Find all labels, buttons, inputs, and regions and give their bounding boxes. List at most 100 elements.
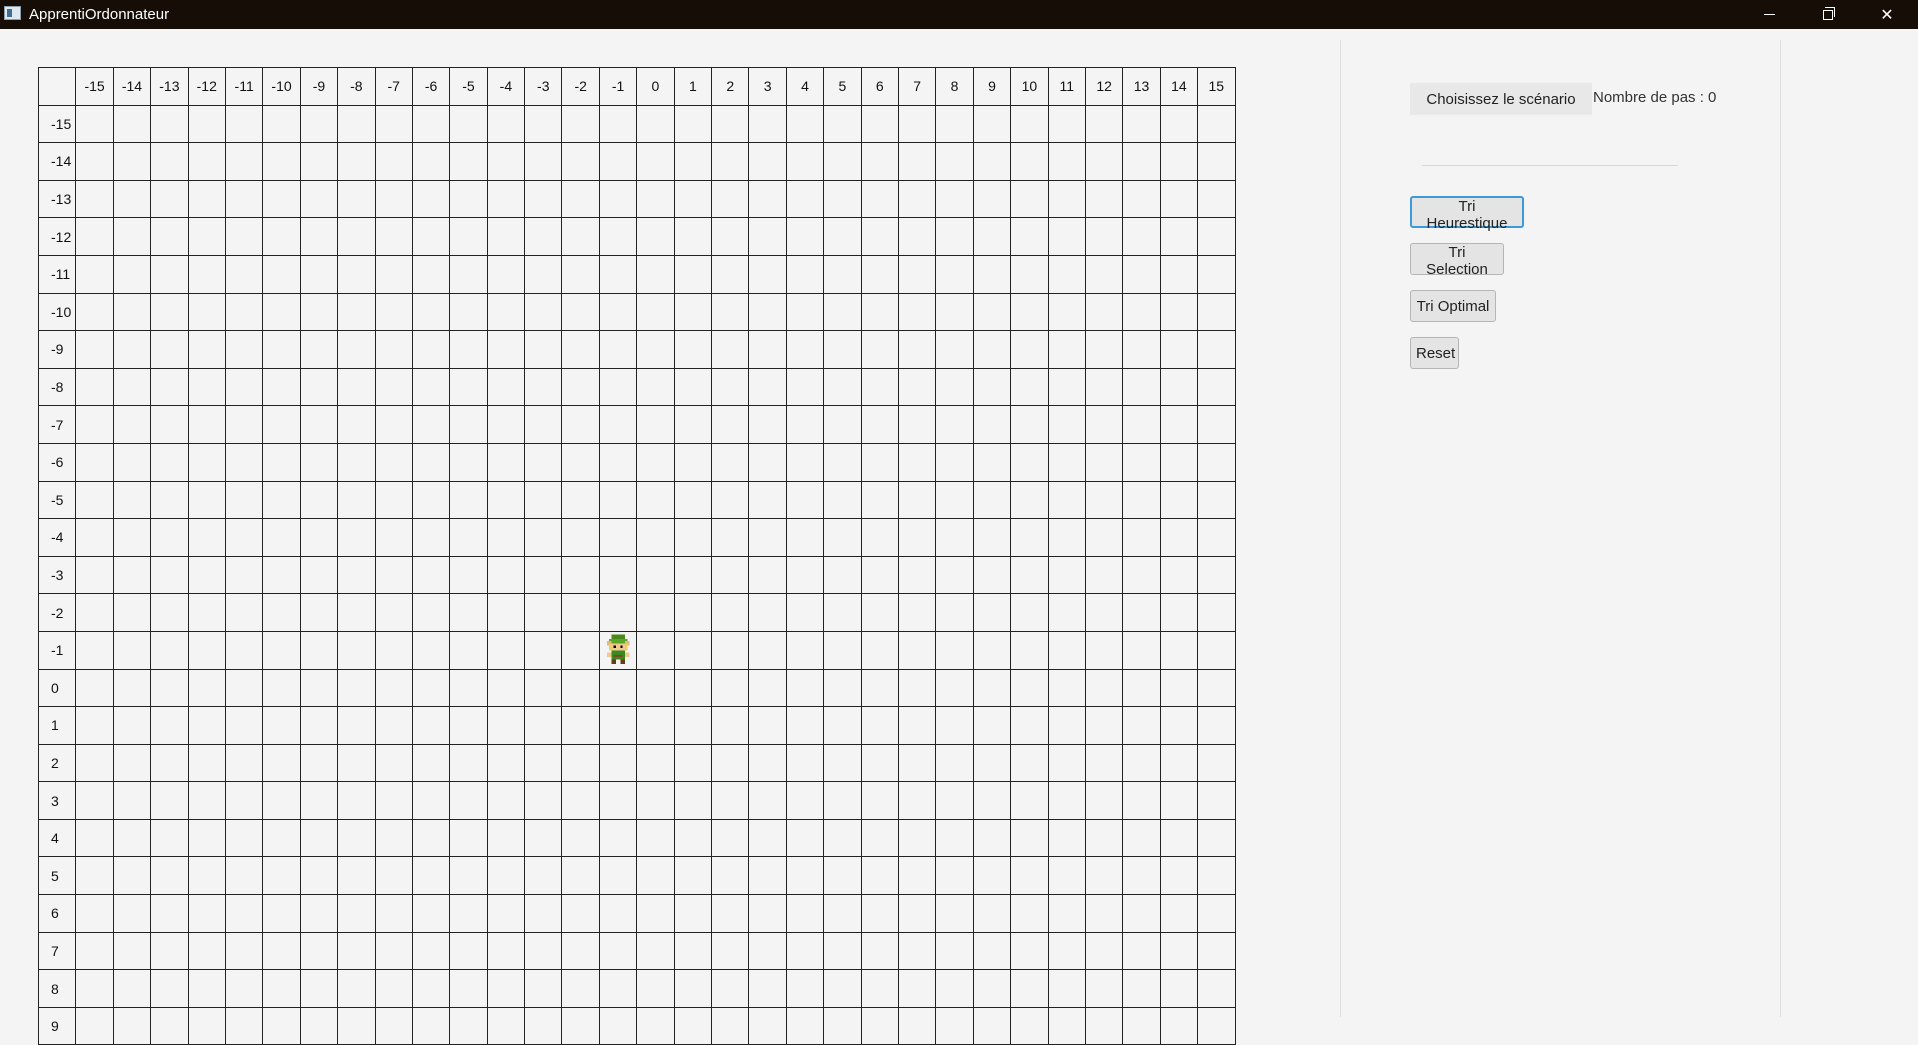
restore-button[interactable]: [1805, 0, 1851, 29]
grid-cell[interactable]: [973, 669, 1012, 708]
grid-cell[interactable]: [188, 218, 226, 256]
grid-cell[interactable]: [338, 970, 376, 1008]
grid-cell[interactable]: [300, 782, 339, 820]
grid-cell[interactable]: [562, 857, 600, 896]
grid-cell[interactable]: [1198, 105, 1236, 144]
grid-cell[interactable]: [487, 255, 526, 294]
grid-cell[interactable]: [1160, 707, 1199, 745]
grid-cell[interactable]: [263, 481, 301, 520]
grid-cell[interactable]: [375, 519, 413, 557]
grid-cell[interactable]: [487, 857, 526, 896]
grid-cell[interactable]: [450, 744, 488, 783]
grid-cell[interactable]: [1011, 180, 1049, 219]
grid-cell[interactable]: [674, 481, 713, 520]
grid-cell[interactable]: [749, 481, 787, 520]
grid-cell[interactable]: [973, 368, 1012, 407]
grid-cell[interactable]: [562, 255, 600, 294]
grid-cell[interactable]: [861, 331, 899, 369]
grid-cell[interactable]: [487, 218, 526, 256]
grid-cell[interactable]: [861, 556, 899, 595]
grid-cell[interactable]: [749, 819, 787, 858]
grid-cell[interactable]: [300, 519, 339, 557]
grid-cell[interactable]: [637, 143, 675, 181]
grid-cell[interactable]: [749, 744, 787, 783]
grid-cell[interactable]: [674, 744, 713, 783]
grid-cell[interactable]: [599, 556, 638, 595]
grid-cell[interactable]: [1198, 556, 1236, 595]
grid-cell[interactable]: [225, 406, 264, 444]
grid-cell[interactable]: [674, 180, 713, 219]
grid-cell[interactable]: [1011, 293, 1049, 332]
grid-cell[interactable]: [898, 744, 937, 783]
grid-cell[interactable]: [1198, 180, 1236, 219]
grid-cell[interactable]: [637, 970, 675, 1008]
grid-cell[interactable]: [861, 443, 899, 482]
grid-cell[interactable]: [151, 519, 189, 557]
grid-cell[interactable]: [861, 293, 899, 332]
grid-cell[interactable]: [412, 368, 451, 407]
grid-cell[interactable]: [1085, 631, 1124, 670]
grid-cell[interactable]: [786, 1007, 825, 1045]
grid-cell[interactable]: [674, 519, 713, 557]
grid-cell[interactable]: [225, 255, 264, 294]
grid-cell[interactable]: [936, 669, 974, 708]
grid-cell[interactable]: [188, 180, 226, 219]
grid-cell[interactable]: [338, 180, 376, 219]
grid-cell[interactable]: [225, 1007, 264, 1045]
grid-cell[interactable]: [898, 443, 937, 482]
grid-cell[interactable]: [450, 180, 488, 219]
grid-cell[interactable]: [973, 218, 1012, 256]
grid-cell[interactable]: [973, 932, 1012, 971]
grid-cell[interactable]: [487, 594, 526, 632]
grid-cell[interactable]: [113, 406, 152, 444]
grid-cell[interactable]: [562, 143, 600, 181]
grid-cell[interactable]: [263, 255, 301, 294]
grid-cell[interactable]: [637, 932, 675, 971]
grid-cell[interactable]: [1160, 105, 1199, 144]
grid-cell[interactable]: [525, 556, 563, 595]
grid-cell[interactable]: [637, 105, 675, 144]
grid-cell[interactable]: [263, 331, 301, 369]
grid-cell[interactable]: [562, 331, 600, 369]
grid-cell[interactable]: [300, 255, 339, 294]
grid-cell[interactable]: [151, 631, 189, 670]
grid-cell[interactable]: [1198, 331, 1236, 369]
grid-cell[interactable]: [525, 331, 563, 369]
grid-cell[interactable]: [151, 556, 189, 595]
grid-cell[interactable]: [1160, 255, 1199, 294]
grid-cell[interactable]: [898, 669, 937, 708]
grid-cell[interactable]: [637, 782, 675, 820]
grid-cell[interactable]: [1123, 406, 1161, 444]
optimal-sort-button[interactable]: Tri Optimal: [1410, 290, 1496, 322]
grid-cell[interactable]: [525, 744, 563, 783]
grid-cell[interactable]: [375, 556, 413, 595]
grid-cell[interactable]: [263, 744, 301, 783]
grid-cell[interactable]: [375, 669, 413, 708]
grid-cell[interactable]: [898, 368, 937, 407]
grid-cell[interactable]: [76, 143, 114, 181]
grid-cell[interactable]: [188, 669, 226, 708]
grid-cell[interactable]: [1198, 669, 1236, 708]
grid-cell[interactable]: [1048, 481, 1086, 520]
grid-cell[interactable]: [712, 556, 750, 595]
grid-cell[interactable]: [1048, 105, 1086, 144]
grid-cell[interactable]: [1048, 594, 1086, 632]
grid-cell[interactable]: [562, 368, 600, 407]
grid-cell[interactable]: [1198, 1007, 1236, 1045]
grid-cell[interactable]: [151, 180, 189, 219]
grid-cell[interactable]: [898, 218, 937, 256]
grid-cell[interactable]: [861, 970, 899, 1008]
grid-cell[interactable]: [487, 443, 526, 482]
grid-cell[interactable]: [487, 970, 526, 1008]
grid-cell[interactable]: [113, 744, 152, 783]
grid-cell[interactable]: [487, 669, 526, 708]
grid-cell[interactable]: [786, 707, 825, 745]
grid-cell[interactable]: [76, 669, 114, 708]
grid-cell[interactable]: [824, 594, 862, 632]
grid-cell[interactable]: [973, 895, 1012, 933]
grid-cell[interactable]: [1048, 143, 1086, 181]
grid-cell[interactable]: [338, 481, 376, 520]
grid-cell[interactable]: [375, 932, 413, 971]
grid-cell[interactable]: [936, 368, 974, 407]
grid-cell[interactable]: [674, 331, 713, 369]
